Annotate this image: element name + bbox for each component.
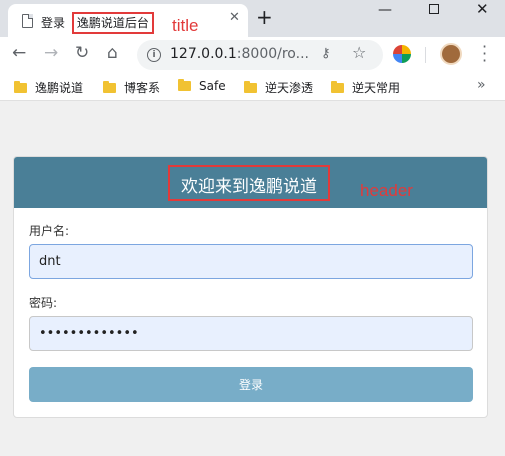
login-panel: 欢迎来到逸鹏说道 header 用户名: 密码: 登录	[13, 156, 488, 418]
header-title-highlight: 欢迎来到逸鹏说道	[168, 165, 330, 201]
bookmark-label: 博客系	[124, 81, 161, 95]
profile-avatar[interactable]	[440, 43, 462, 65]
password-label: 密码:	[29, 296, 58, 310]
bookmark-item[interactable]: 博客系	[103, 79, 160, 96]
toolbar-divider	[425, 47, 426, 63]
bookmarks-bar: 逸鹏说道 博客系 Safe 逆天渗透 逆天常用 »	[0, 73, 505, 101]
page-title: 欢迎来到逸鹏说道	[181, 177, 317, 197]
password-input[interactable]	[29, 316, 473, 351]
folder-icon	[103, 81, 116, 93]
info-icon[interactable]: i	[147, 48, 161, 62]
panel-header: 欢迎来到逸鹏说道 header	[14, 157, 487, 208]
folder-icon	[331, 81, 344, 93]
bookmark-label: 逆天常用	[352, 81, 401, 95]
tab-strip: 登录 逸鹏说道后台 ✕ title + — ✕	[0, 0, 505, 37]
tab-title-highlight: 逸鹏说道后台	[71, 12, 154, 34]
bookmark-item[interactable]: 逆天渗透	[244, 79, 313, 96]
star-icon[interactable]: ☆	[352, 43, 366, 62]
extension-icon[interactable]	[393, 45, 411, 63]
tab-title: 登录 逸鹏说道后台	[41, 12, 154, 34]
username-label: 用户名:	[29, 224, 70, 238]
menu-icon[interactable]: · · ·	[482, 39, 487, 69]
new-tab-button[interactable]: +	[256, 5, 273, 29]
close-tab-icon[interactable]: ✕	[229, 10, 240, 25]
folder-icon	[178, 79, 191, 91]
browser-toolbar: ← → ↻ ⌂ i 127.0.0.1:8000/ro... ⚷ ☆ · · ·	[0, 37, 505, 73]
title-annotation: title	[172, 16, 199, 35]
url-text[interactable]: 127.0.0.1:8000/ro...	[170, 46, 309, 62]
address-bar[interactable]: i 127.0.0.1:8000/ro... ⚷ ☆	[137, 40, 383, 70]
header-annotation: header	[360, 181, 413, 200]
folder-icon	[244, 81, 257, 93]
tab-title-prefix: 登录	[41, 16, 66, 30]
bookmark-item[interactable]: Safe	[178, 79, 226, 93]
key-icon[interactable]: ⚷	[321, 46, 331, 61]
bookmarks-overflow-icon[interactable]: »	[477, 77, 486, 93]
close-window-icon[interactable]: ✕	[476, 0, 489, 18]
maximize-icon[interactable]	[429, 4, 439, 14]
bookmark-item[interactable]: 逸鹏说道	[14, 79, 83, 96]
home-icon[interactable]: ⌂	[107, 43, 118, 63]
reload-icon[interactable]: ↻	[75, 43, 89, 63]
bookmark-item[interactable]: 逆天常用	[331, 79, 400, 96]
forward-icon[interactable]: →	[44, 43, 58, 63]
browser-tab[interactable]: 登录 逸鹏说道后台 ✕	[8, 4, 248, 37]
page-content: 欢迎来到逸鹏说道 header 用户名: 密码: 登录	[0, 101, 505, 456]
bookmark-label: Safe	[199, 79, 226, 93]
url-host: 127.0.0.1	[170, 46, 237, 62]
bookmark-label: 逸鹏说道	[35, 81, 84, 95]
minimize-icon[interactable]: —	[378, 2, 392, 18]
bookmark-label: 逆天渗透	[265, 81, 314, 95]
folder-icon	[14, 81, 27, 93]
login-button[interactable]: 登录	[29, 367, 473, 402]
url-path: :8000/ro...	[236, 46, 309, 62]
back-icon[interactable]: ←	[12, 43, 26, 63]
page-icon	[22, 14, 33, 28]
username-input[interactable]	[29, 244, 473, 279]
